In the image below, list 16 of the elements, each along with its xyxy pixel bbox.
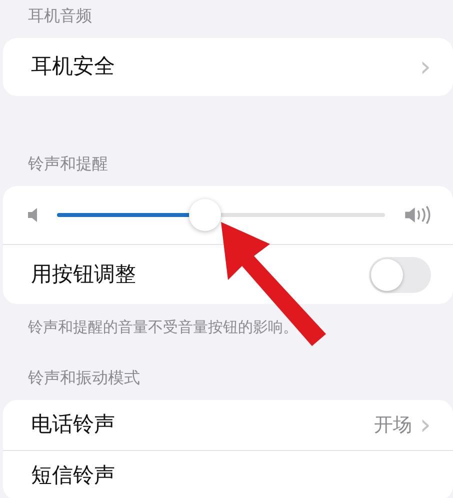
volume-slider[interactable] — [57, 199, 385, 231]
row-label: 用按钮调整 — [31, 260, 137, 288]
toggle-switch[interactable] — [369, 256, 431, 292]
chevron-icon: › — [420, 411, 431, 439]
row-label: 耳机安全 — [31, 53, 116, 80]
volume-high-icon — [403, 205, 431, 225]
section-header: 铃声和振动模式 — [28, 368, 140, 387]
section-header: 耳机音频 — [28, 6, 92, 25]
section-footer: 铃声和提醒的音量不受音量按钮的影响。 — [28, 318, 298, 336]
row-label: 电话铃声 — [31, 411, 116, 438]
section-header: 铃声和提醒 — [28, 154, 108, 173]
slider-thumb[interactable] — [188, 199, 221, 231]
volume-low-icon — [25, 206, 39, 224]
row-value: 开场 — [374, 412, 412, 438]
row-label: 短信铃声 — [31, 462, 116, 489]
chevron-icon: › — [420, 53, 431, 81]
